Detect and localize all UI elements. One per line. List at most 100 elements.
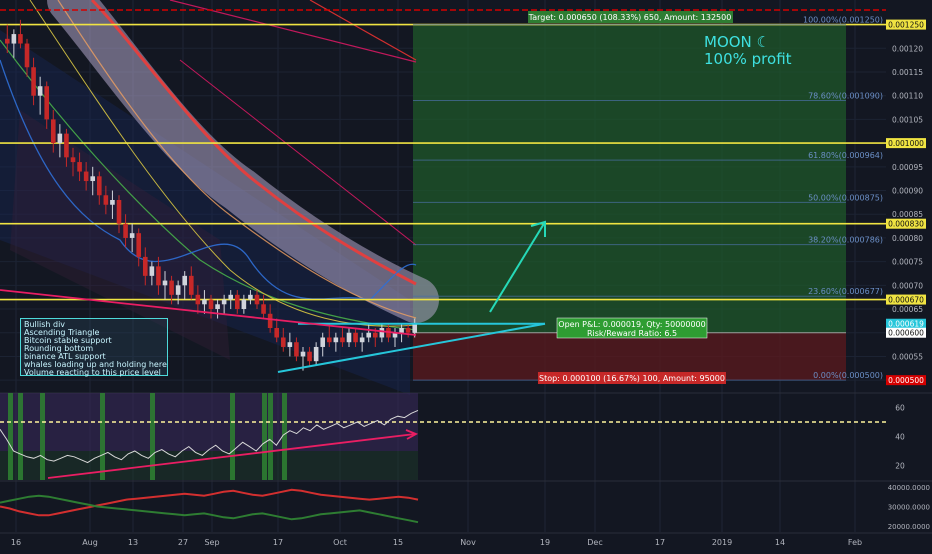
candle-body <box>320 337 326 347</box>
candle-body <box>116 200 122 224</box>
price-tick-label: 0.00055 <box>892 352 923 361</box>
candle-body <box>64 133 69 158</box>
candle-body <box>215 304 220 310</box>
time-tick-label: Nov <box>460 538 476 547</box>
price-tick-label: 0.00095 <box>892 163 923 172</box>
time-tick-label: 17 <box>655 538 665 547</box>
time-tick-label: Sep <box>204 538 219 547</box>
price-tick-label: 0.00075 <box>892 258 923 267</box>
candle-body <box>182 275 188 286</box>
time-tick-label: 27 <box>178 538 188 547</box>
candle-body <box>340 337 345 343</box>
candle-body <box>366 332 372 338</box>
time-tick-label: 2019 <box>712 538 732 547</box>
candle-body <box>221 299 227 305</box>
candle-body <box>175 285 181 295</box>
candle-body <box>18 34 23 44</box>
candle-body <box>399 328 404 333</box>
time-tick-label: 13 <box>128 538 138 547</box>
candle-body <box>77 162 82 172</box>
candle-body <box>169 280 174 295</box>
price-tick-label: 0.00120 <box>892 44 923 53</box>
candle-body <box>96 176 102 196</box>
signal-bar <box>262 393 267 480</box>
candle-body <box>241 299 247 310</box>
candle-body <box>248 294 253 300</box>
price-tag-label: 0.000670 <box>888 296 924 305</box>
candle-body <box>83 171 89 182</box>
candle-body <box>346 332 352 343</box>
fib-label: 38.20%(0.000786) <box>808 236 883 245</box>
candle-body <box>359 337 365 343</box>
candle-body <box>31 67 36 96</box>
moon-note-title: MOON ☾ <box>704 33 770 51</box>
price-tick-label: 0.00090 <box>892 187 923 196</box>
candle-body <box>188 275 194 295</box>
candle-body <box>208 299 214 310</box>
fib-label: 0.00%(0.000500) <box>813 371 883 380</box>
time-tick-label: Dec <box>587 538 602 547</box>
candle-body <box>123 223 128 238</box>
annotation-line: Volume reacting to this price level <box>24 368 161 377</box>
candle-body <box>267 313 273 328</box>
candle-body <box>195 294 201 305</box>
candle-body <box>300 351 306 357</box>
candle-body <box>280 337 286 347</box>
candle-body <box>149 266 155 276</box>
candle-body <box>103 195 109 205</box>
candle-body <box>313 346 319 362</box>
oscillator-tick-label: 40 <box>895 433 905 442</box>
candle-body <box>162 280 168 286</box>
candle-body <box>11 34 17 44</box>
price-tick-label: 0.00065 <box>892 305 923 314</box>
candle-body <box>307 351 312 362</box>
chart-root: 100.00%(0.001250) 78.60%(0.001090) 61.80%(… <box>0 0 932 550</box>
candle-body <box>228 294 234 300</box>
candle-body <box>379 328 385 338</box>
target-label: Target: 0.000650 (108.33%) 650, Amount: … <box>528 13 732 22</box>
candle-body <box>24 43 30 68</box>
candle-body <box>110 200 115 205</box>
candle-body <box>261 304 266 314</box>
candle-body <box>234 294 240 310</box>
signal-bar <box>18 393 23 480</box>
candle-body <box>57 133 63 144</box>
oscillator-zone <box>0 393 418 451</box>
pnl-label: Open P&L: 0.000019, Qty: 50000000 <box>558 320 705 329</box>
oscillator-tick-label: 20 <box>895 462 905 471</box>
stop-label: Stop: 0.000100 (16.67%) 100, Amount: 950… <box>539 374 725 383</box>
moon-note[interactable]: MOON ☾ 100% profit <box>704 34 792 68</box>
signal-bar <box>230 393 235 480</box>
fib-label: 50.00%(0.000875) <box>808 193 883 202</box>
price-chart[interactable]: 100.00%(0.001250) 78.60%(0.001090) 61.80%(… <box>0 0 932 550</box>
price-tag-label: 0.001250 <box>888 21 924 30</box>
candle-body <box>405 328 411 333</box>
candle-body <box>70 157 76 163</box>
fib-label: 100.00%(0.001250) <box>803 16 883 25</box>
annotation-box[interactable]: Bullish div Ascending Triangle Bitcoin s… <box>20 318 168 377</box>
price-tick-label: 0.00105 <box>892 115 923 124</box>
candle-body <box>90 176 96 182</box>
time-tick-label: Feb <box>848 538 862 547</box>
price-tick-label: 0.00085 <box>892 210 923 219</box>
price-tag-label: 0.000830 <box>888 220 924 229</box>
time-tick-label: Aug <box>82 538 98 547</box>
price-tag-label: 0.000619 <box>888 320 924 329</box>
candle-body <box>37 86 43 96</box>
signal-bar <box>40 393 45 480</box>
oscillator-tick-label: 60 <box>895 404 905 413</box>
time-tick-label: 19 <box>540 538 550 547</box>
candle-body <box>326 337 332 343</box>
price-tick-label: 0.00115 <box>892 68 923 77</box>
candle-body <box>136 233 142 257</box>
candle-body <box>274 328 280 338</box>
candle-body <box>202 299 207 305</box>
signal-bar <box>8 393 13 480</box>
price-tag-label: 0.000500 <box>888 376 924 385</box>
candle-body <box>50 119 56 144</box>
time-tick-label: 15 <box>393 538 403 547</box>
time-tick-label: 16 <box>11 538 21 547</box>
price-tick-label: 0.00080 <box>892 234 923 243</box>
third-pane-tick-label: 40000.0000 <box>888 484 930 492</box>
fib-label: 23.60%(0.000677) <box>808 287 883 296</box>
